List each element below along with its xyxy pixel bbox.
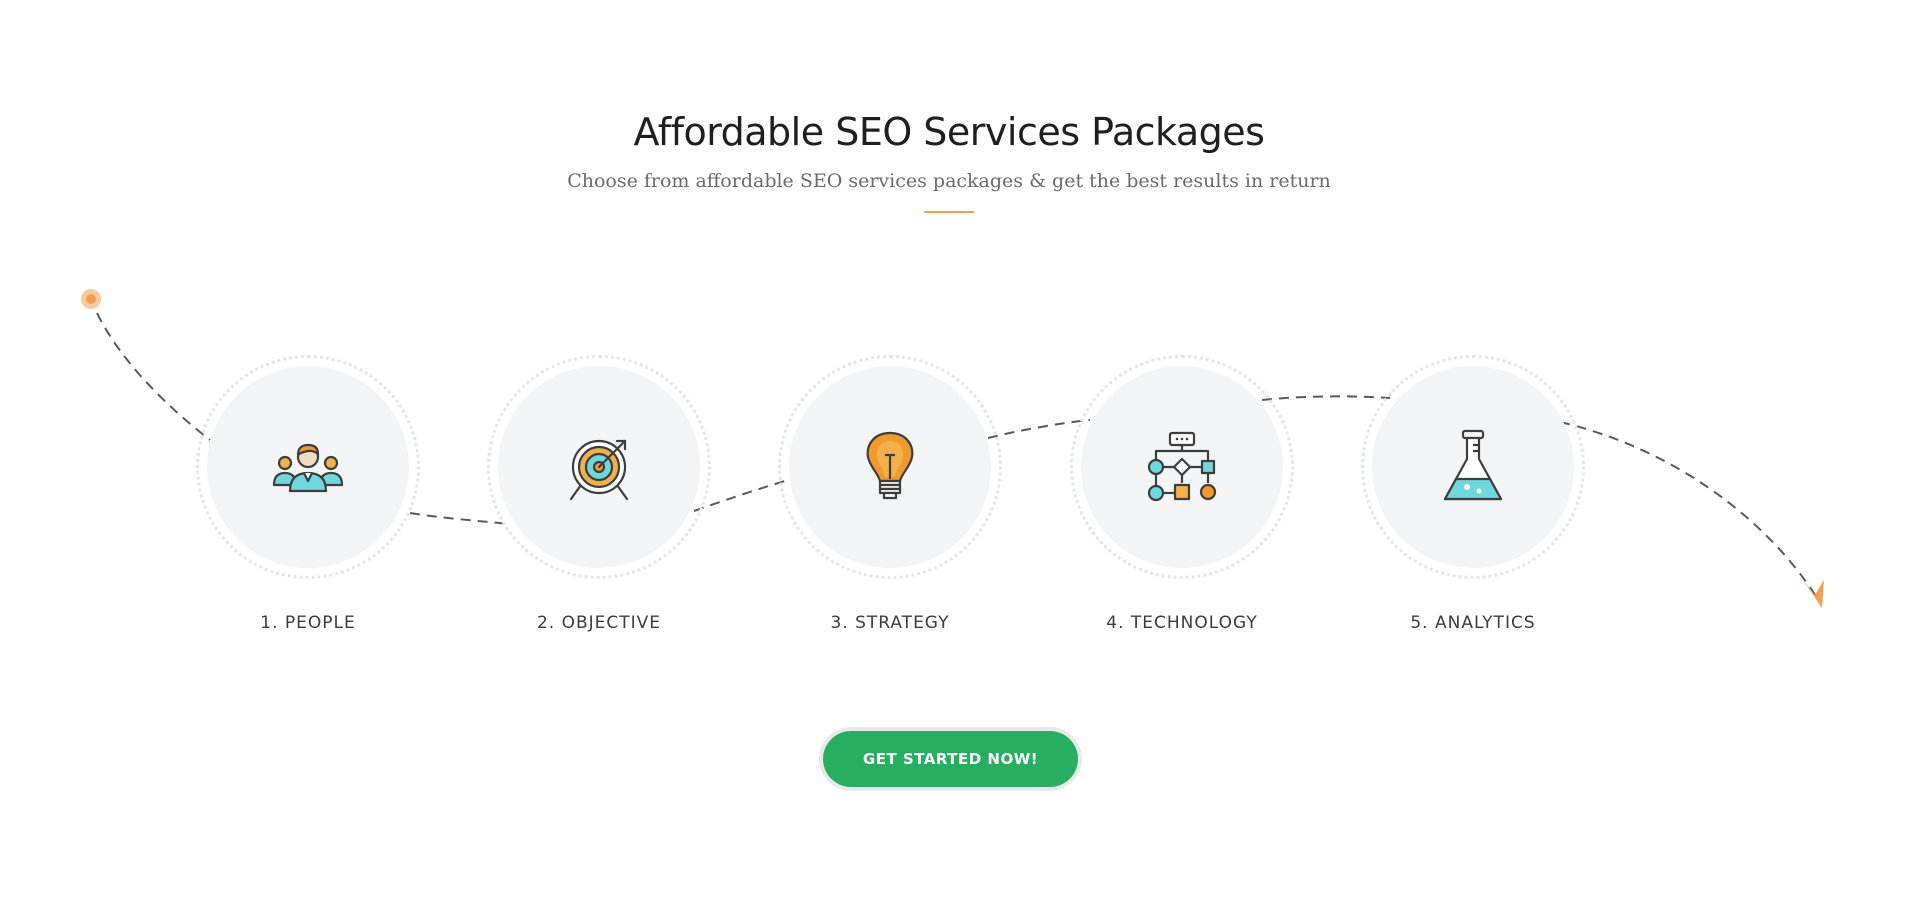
get-started-button[interactable]: GET STARTED NOW! — [823, 731, 1078, 787]
lightbulb-icon — [850, 427, 930, 507]
flask-icon — [1433, 427, 1513, 507]
step-label: 2. OBJECTIVE — [536, 613, 662, 633]
people-icon — [268, 427, 348, 507]
target-icon — [559, 427, 639, 507]
step-label: 1. PEOPLE — [260, 613, 356, 633]
step-technology: 4. TECHNOLOGY — [1067, 355, 1297, 645]
step-label: 3. STRATEGY — [830, 613, 950, 633]
step-label: 4. TECHNOLOGY — [1106, 613, 1258, 633]
path-segment — [1559, 421, 1816, 596]
path-start-dot — [81, 289, 101, 309]
path-end-arrow-icon — [1803, 580, 1824, 608]
step-people: 1. PEOPLE — [193, 355, 423, 645]
step-label: 5. ANALYTICS — [1410, 613, 1536, 633]
step-strategy: 3. STRATEGY — [775, 355, 1005, 645]
step-objective: 2. OBJECTIVE — [484, 355, 714, 645]
flowchart-icon — [1142, 427, 1222, 507]
cta-button-ring: GET STARTED NOW! — [819, 727, 1082, 791]
step-analytics: 5. ANALYTICS — [1358, 355, 1588, 645]
